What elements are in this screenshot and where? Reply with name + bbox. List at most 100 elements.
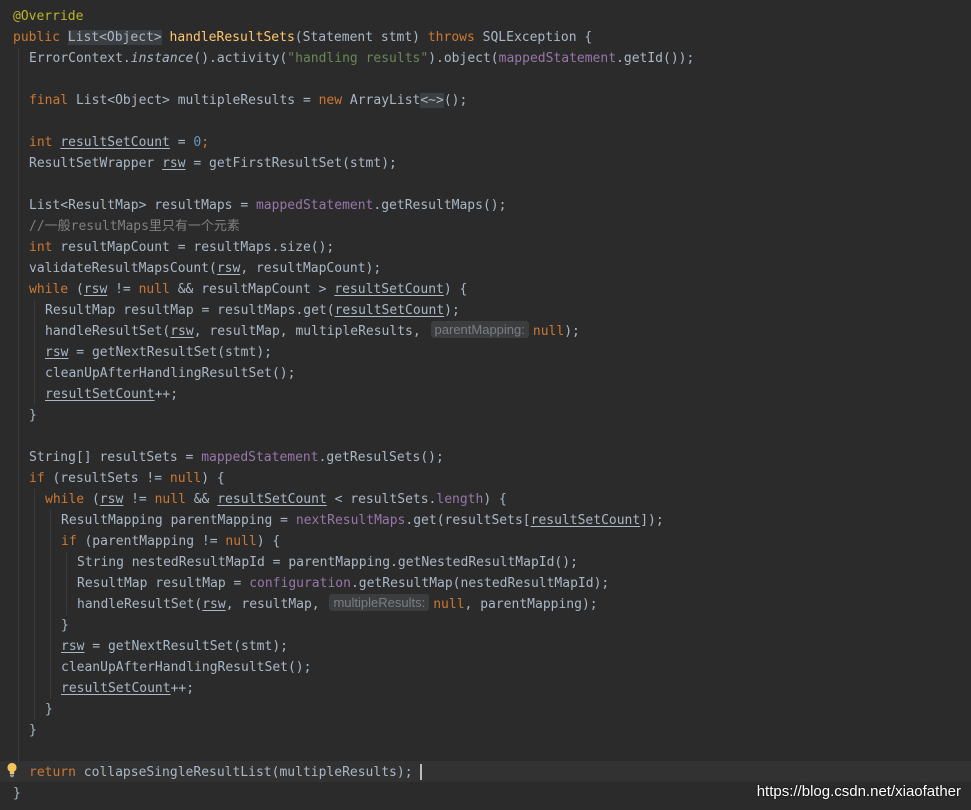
code-token: ); [564,324,580,339]
code-token: ) { [483,492,507,507]
reassigned-variable: rsw [83,282,108,297]
code-line-28: ResultMap resultMap = configuration.getR… [77,573,609,594]
override-annotation: @Override [13,9,84,24]
code-token: String[] resultSets = [29,450,202,465]
keyword: null [138,282,170,297]
code-editor[interactable]: .. .. @Override public List<Object> hand… [0,0,971,810]
code-line-8: ResultSetWrapper rsw = getFirstResultSet… [29,153,397,174]
code-line-7: int resultSetCount = 0; [29,132,209,153]
code-token: ResultMapping parentMapping = [61,513,296,528]
code-token: cleanUpAfterHandlingResultSet(); [61,660,312,675]
keyword: null [225,534,257,549]
exception-type: SQLException { [482,30,593,45]
code-token: != [123,492,155,507]
code-line-25: ResultMapping parentMapping = nextResult… [61,510,664,531]
code-line-2: public List<Object> handleResultSets(Sta… [13,27,592,48]
code-line-38: } [13,783,21,804]
method-name: handleResultSets [169,30,295,45]
code-token: && resultMapCount > [169,282,335,297]
code-line-30: } [61,615,69,636]
code-token: , resultMap, multipleResults, [193,324,421,339]
keyword: null [532,324,565,339]
code-token: , resultMapCount); [240,261,382,276]
reassigned-variable: resultSetCount [334,303,445,318]
reassigned-variable: resultSetCount [334,282,444,297]
code-line-31: rsw = getNextResultSet(stmt); [61,636,288,657]
keyword: null [433,597,465,612]
closing-brace: } [61,618,69,633]
text-caret [420,764,422,780]
code-token: ) { [443,282,468,297]
closing-brace: } [45,702,53,717]
code-line-18: cleanUpAfterHandlingResultSet(); [45,363,295,384]
code-line-13: validateResultMapsCount(rsw, resultMapCo… [29,258,381,279]
code-line-34: } [45,699,53,720]
semicolon: ; [201,135,210,150]
code-line-19: resultSetCount++; [45,384,178,405]
code-token: = getFirstResultSet(stmt); [185,156,397,171]
modifier-keyword: public [13,30,60,45]
code-token: List<ResultMap> resultMaps = [29,198,256,213]
code-token: ArrayList [342,93,421,108]
keyword: return [29,765,76,780]
code-token: handleResultSet( [77,597,203,612]
field-reference: mappedStatement [498,51,617,66]
code-token: String nestedResultMapId = parentMapping… [77,555,578,570]
keyword: new [318,93,343,108]
code-line-22: String[] resultSets = mappedStatement.ge… [29,447,444,468]
code-line-10: List<ResultMap> resultMaps = mappedState… [29,195,506,216]
keyword: while [45,492,85,507]
keyword: null [169,471,202,486]
code-token: ) { [201,471,225,486]
code-token: (); [443,93,468,108]
code-line-29: handleResultSet(rsw, resultMap, multiple… [77,594,598,615]
code-token: .getResultMap(nestedResultMapId); [350,576,610,591]
code-line-14: while (rsw != null && resultMapCount > r… [29,279,467,300]
keyword: null [154,492,186,507]
code-token: ) { [256,534,281,549]
indent-guide [50,510,51,699]
code-line-5: final List<Object> multipleResults = new… [29,90,467,111]
reassigned-variable: resultSetCount [217,492,327,507]
code-token: < resultSets. [326,492,437,507]
code-token: .get(resultSets[ [405,513,531,528]
code-token: , parentMapping); [464,597,598,612]
code-token: ( [68,282,84,297]
reassigned-variable: resultSetCount [45,387,155,402]
code-line-16: handleResultSet(rsw, resultMap, multiple… [45,321,580,342]
return-type: List<Object> [67,30,162,45]
method-params: (Statement stmt) [294,30,421,45]
reassigned-variable: rsw [216,261,241,276]
code-token: (parentMapping != [76,534,226,549]
code-token: instance [130,51,194,66]
indent-guide [18,48,19,762]
code-token: List<Object> multipleResults = [68,93,319,108]
code-token: ( [84,492,100,507]
code-token: ErrorContext. [29,51,131,66]
code-token: (resultSets != [44,471,170,486]
folded-generic[interactable]: <~> [420,93,444,108]
code-line-24: while (rsw != null && resultSetCount < r… [45,489,507,510]
reassigned-variable: rsw [61,639,85,654]
code-line-35: } [29,720,37,741]
reassigned-variable: rsw [170,324,194,339]
indent-guide [66,552,67,615]
code-line-20: } [29,405,37,426]
closing-brace: } [29,408,37,423]
indent-guide [34,489,35,720]
field-reference: length [436,492,484,507]
code-token: handleResultSet( [45,324,171,339]
code-token: , resultMap, [225,597,320,612]
code-line-26: if (parentMapping != null) { [61,531,280,552]
code-line-1: @Override [13,6,83,27]
code-token: = getNextResultSet(stmt); [84,639,288,654]
reassigned-variable: resultSetCount [60,135,170,150]
throws-keyword: throws [427,30,475,45]
keyword: while [29,282,69,297]
keyword: int [29,240,53,255]
code-token: collapseSingleResultList(multipleResults… [75,765,413,780]
lightbulb-icon[interactable] [6,762,18,778]
indent-guide [34,300,35,405]
reassigned-variable: rsw [202,597,226,612]
code-line-37: return collapseSingleResultList(multiple… [29,762,413,783]
